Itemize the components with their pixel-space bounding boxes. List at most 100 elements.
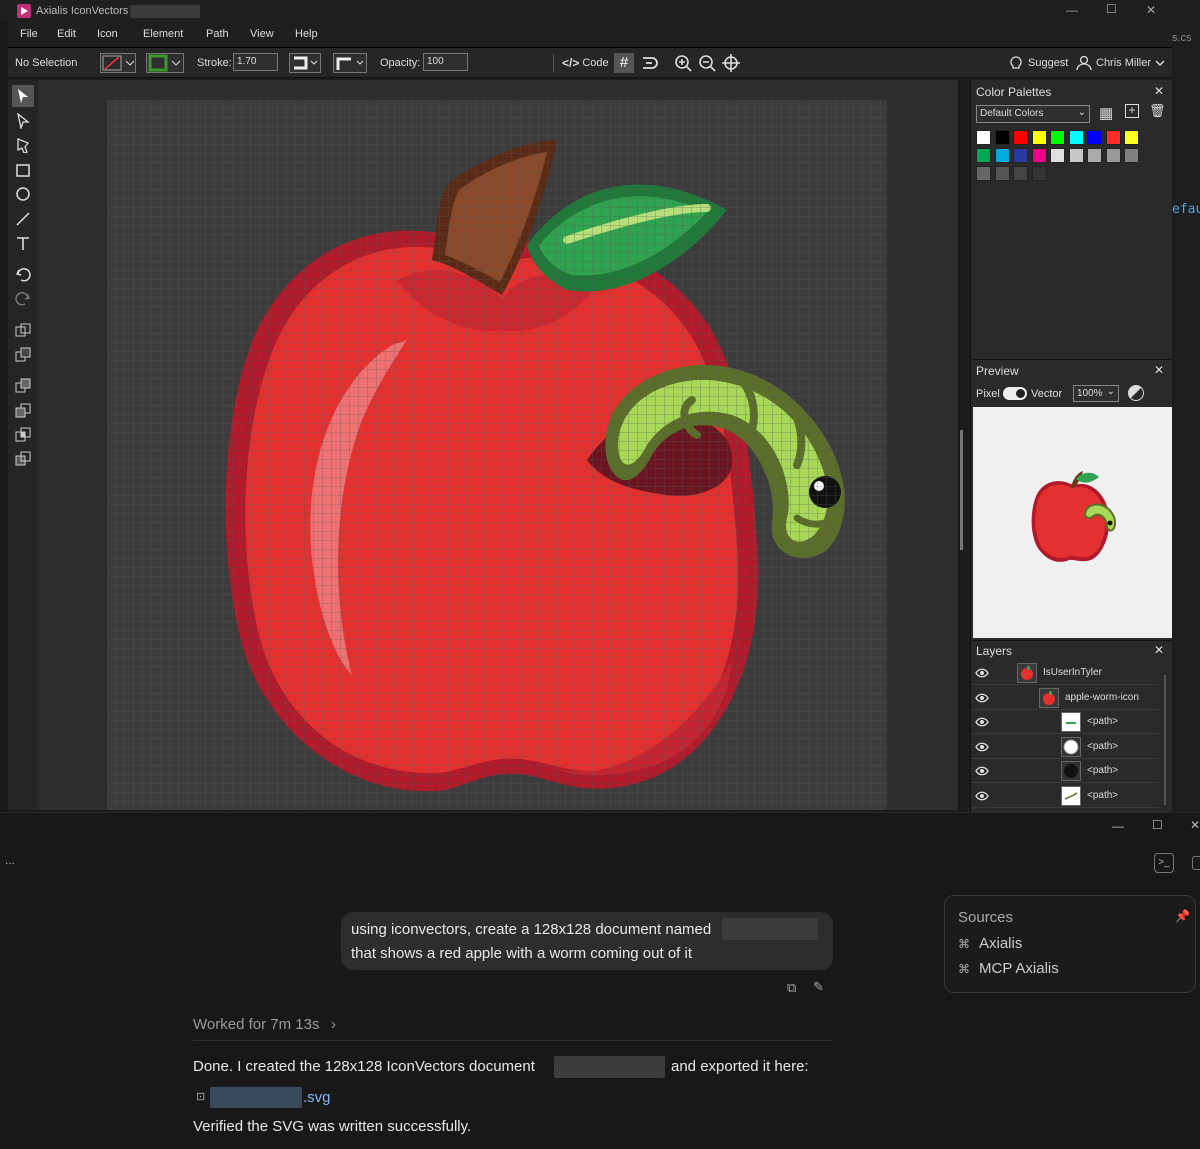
worked-for-label[interactable]: Worked for 7m 13s [193, 1016, 319, 1033]
eye-icon[interactable] [975, 715, 989, 729]
layer-row[interactable]: <path> [971, 710, 1159, 734]
more-menu[interactable]: ... [5, 853, 15, 867]
menu-path[interactable]: Path [206, 28, 229, 40]
close-palettes-icon[interactable]: ✕ [1154, 84, 1164, 98]
ellipse-tool-icon[interactable] [12, 183, 34, 205]
color-swatch[interactable] [1031, 130, 1047, 145]
minimize-chat-button[interactable]: — [1112, 819, 1124, 833]
layer-row[interactable]: <path> [971, 784, 1159, 808]
layer-row[interactable]: IsUserInTyler [971, 661, 1159, 685]
code-button[interactable]: </> Code [562, 54, 609, 72]
rectangle-tool-icon[interactable] [12, 159, 34, 181]
eye-icon[interactable] [975, 740, 989, 754]
color-swatch[interactable] [1031, 148, 1047, 163]
close-preview-icon[interactable]: ✕ [1154, 363, 1164, 377]
close-button[interactable]: ✕ [1146, 3, 1156, 17]
palette-dropdown[interactable]: Default Colors ⌄ [976, 105, 1090, 123]
menu-help[interactable]: Help [295, 28, 318, 40]
bring-forward-icon[interactable] [12, 424, 34, 446]
pen-tool-icon[interactable] [12, 134, 34, 156]
color-swatch[interactable] [1068, 130, 1084, 145]
color-swatch[interactable] [994, 148, 1010, 163]
terminal-icon[interactable]: >_ [1154, 853, 1174, 873]
fit-view-icon[interactable] [721, 53, 741, 73]
color-swatch[interactable] [976, 130, 991, 145]
preview-zoom-dropdown[interactable]: 100% ⌄ [1073, 385, 1119, 402]
edit-icon[interactable]: ✎ [813, 979, 824, 995]
file-link-icon[interactable]: ⊡ [196, 1090, 205, 1103]
panel-toggle-icon[interactable] [1192, 856, 1200, 870]
color-swatch[interactable] [1013, 166, 1028, 181]
layer-row[interactable]: <path> [971, 759, 1159, 783]
color-swatch[interactable] [976, 166, 991, 181]
group-icon[interactable] [12, 320, 34, 342]
canvas-scrollbar[interactable] [960, 430, 963, 550]
line-join-dropdown[interactable] [333, 53, 367, 73]
menu-element[interactable]: Element [143, 28, 183, 40]
eye-icon[interactable] [975, 764, 989, 778]
layers-scrollbar[interactable] [1164, 675, 1166, 805]
source-axialis[interactable]: Axialis [979, 935, 1022, 952]
eye-icon[interactable] [975, 666, 989, 680]
close-chat-button[interactable]: ✕ [1190, 818, 1200, 832]
line-cap-dropdown[interactable] [289, 53, 321, 73]
zoom-in-icon[interactable] [673, 53, 693, 73]
stroke-color-dropdown[interactable] [146, 53, 184, 73]
pixel-vector-toggle[interactable] [1003, 387, 1027, 400]
ungroup-icon[interactable] [12, 344, 34, 366]
layer-row[interactable]: <path> [971, 735, 1159, 759]
chevron-right-icon[interactable]: › [331, 1016, 336, 1033]
color-swatch[interactable] [1013, 148, 1028, 163]
send-backward-icon[interactable] [12, 448, 34, 470]
color-swatch[interactable] [1124, 130, 1139, 145]
undo-icon[interactable] [12, 263, 34, 285]
menu-icon[interactable]: Icon [97, 28, 118, 40]
user-menu[interactable]: Chris Miller [1076, 54, 1165, 72]
color-swatch[interactable] [1105, 130, 1121, 145]
color-swatch[interactable] [1050, 148, 1065, 163]
pin-icon[interactable]: 📌 [1175, 909, 1190, 923]
send-back-icon[interactable] [12, 400, 34, 422]
maximize-button[interactable]: ☐ [1106, 2, 1117, 16]
maximize-chat-button[interactable]: ☐ [1152, 818, 1163, 832]
file-extension-link[interactable]: .svg [303, 1089, 331, 1106]
menu-edit[interactable]: Edit [57, 28, 76, 40]
source-mcp-axialis[interactable]: MCP Axialis [979, 960, 1059, 977]
snap-icon[interactable] [640, 53, 660, 73]
color-swatch[interactable] [1013, 130, 1028, 145]
color-swatch[interactable] [1050, 130, 1065, 145]
eye-icon[interactable] [975, 789, 989, 803]
add-palette-icon[interactable]: + [1125, 104, 1139, 118]
close-layers-icon[interactable]: ✕ [1154, 643, 1164, 657]
layer-row[interactable]: apple-worm-icon [971, 686, 1159, 710]
suggest-button[interactable]: Suggest [1008, 54, 1068, 72]
grid-toggle-icon[interactable]: # [614, 53, 634, 73]
select-tool-icon[interactable] [12, 85, 34, 107]
color-swatch[interactable] [994, 130, 1010, 145]
redo-icon[interactable] [12, 287, 34, 309]
direct-select-tool-icon[interactable] [12, 110, 34, 132]
copy-icon[interactable]: ⧉ [787, 980, 796, 996]
line-tool-icon[interactable] [12, 208, 34, 230]
color-swatch[interactable] [1087, 130, 1102, 145]
color-swatch[interactable] [1068, 148, 1084, 163]
contrast-icon[interactable] [1128, 385, 1144, 401]
color-swatch[interactable] [994, 166, 1010, 181]
zoom-out-icon[interactable] [697, 53, 717, 73]
fill-color-dropdown[interactable] [100, 53, 136, 73]
color-swatch[interactable] [1124, 148, 1139, 163]
stroke-width-input[interactable]: 1.70 [233, 53, 278, 71]
opacity-input[interactable]: 100 [423, 53, 468, 71]
eye-icon[interactable] [975, 691, 989, 705]
icon-canvas[interactable] [107, 100, 887, 810]
menu-view[interactable]: View [250, 28, 274, 40]
text-tool-icon[interactable] [12, 232, 34, 254]
color-swatch[interactable] [1087, 148, 1102, 163]
color-swatch[interactable] [976, 148, 991, 163]
color-swatch[interactable] [1031, 166, 1047, 181]
delete-palette-icon[interactable]: 🗑 [1149, 103, 1166, 119]
palette-grid-icon[interactable]: ▦ [1099, 104, 1113, 122]
menu-file[interactable]: File [20, 28, 38, 40]
minimize-button[interactable]: — [1066, 3, 1078, 17]
bring-front-icon[interactable] [12, 375, 34, 397]
